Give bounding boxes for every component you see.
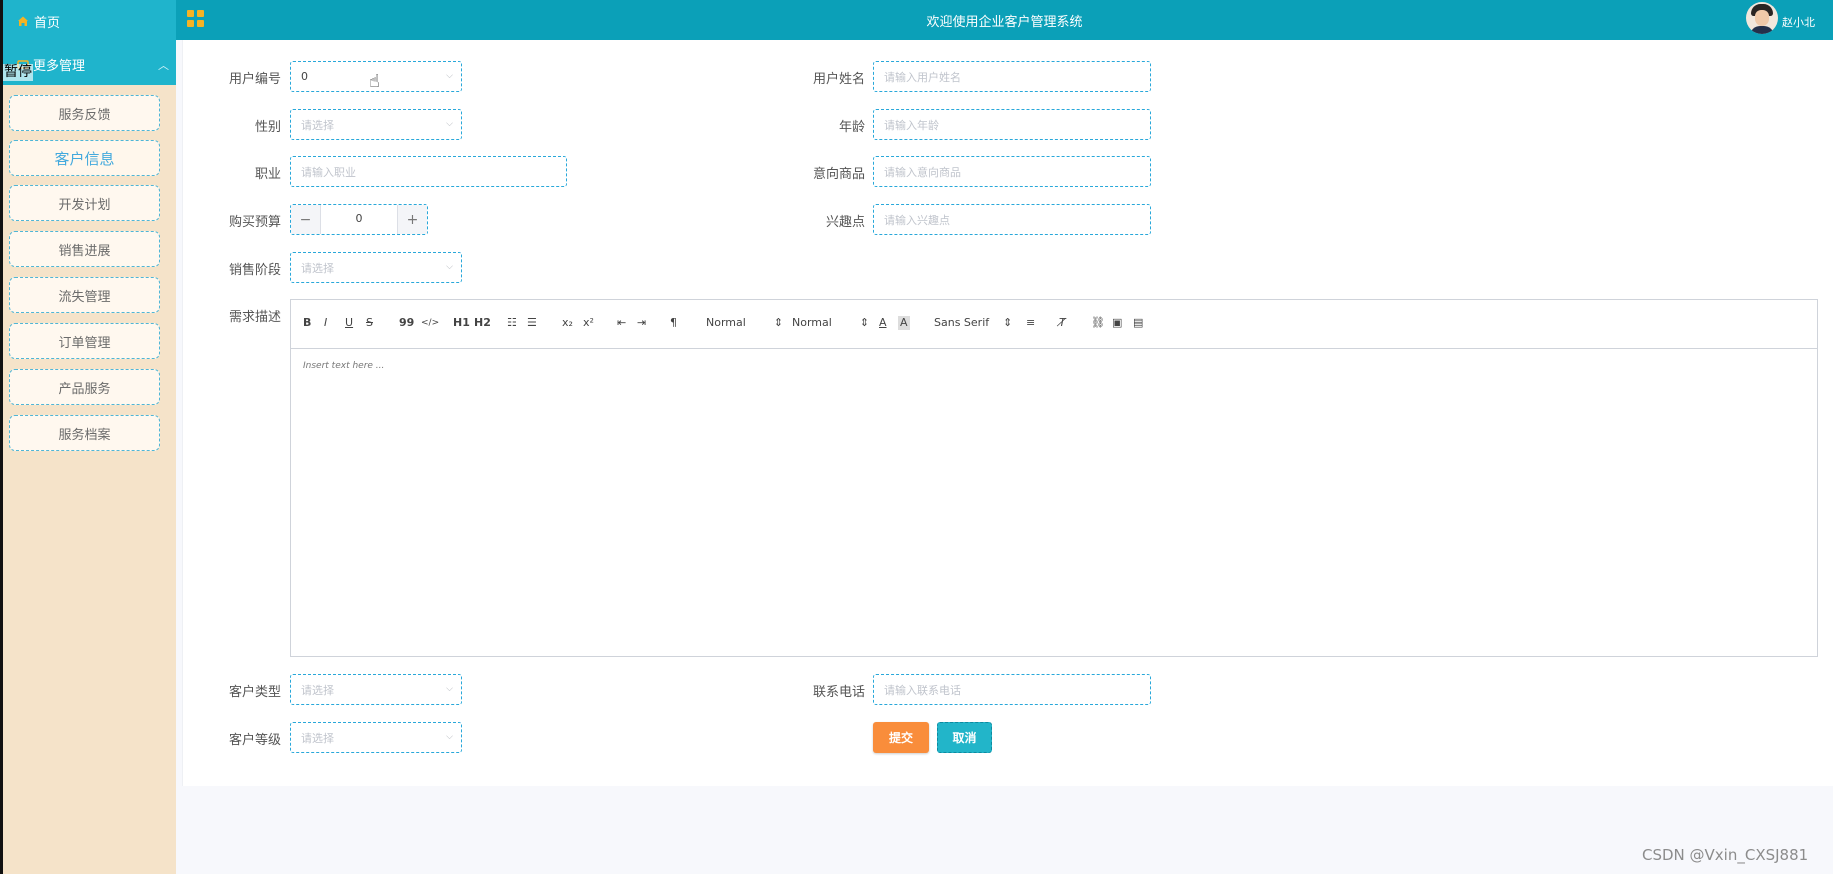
text-color-icon[interactable]: A — [879, 316, 887, 330]
sidebar-item-service-archive[interactable]: 服务档案 — [9, 415, 160, 451]
h2-button[interactable]: H2 — [474, 316, 491, 330]
customer-level-placeholder: 请选择 — [301, 731, 334, 745]
image-icon[interactable]: ▣ — [1112, 316, 1122, 330]
label-user-id: 用户编号 — [228, 72, 281, 87]
size-select-2-label: Normal — [792, 316, 832, 329]
label-job: 职业 — [254, 167, 281, 182]
label-gender: 性别 — [254, 120, 281, 135]
username[interactable]: 赵小北 — [1782, 14, 1815, 30]
sidebar-item-orders[interactable]: 订单管理 — [9, 323, 160, 359]
chevron-up-icon: ︿ — [158, 59, 169, 72]
italic-button[interactable]: I — [324, 316, 327, 330]
label-sales-stage: 销售阶段 — [228, 263, 281, 278]
top-header: 欢迎使用企业客户管理系统 赵小北 — [176, 0, 1833, 40]
label-customer-level: 客户等级 — [228, 733, 281, 748]
bullet-list-icon[interactable]: ☰ — [527, 316, 537, 330]
chevron-down-icon: ⌵ — [446, 119, 453, 129]
label-customer-type: 客户类型 — [228, 685, 281, 700]
sidebar-home-label: 首页 — [34, 15, 61, 31]
ordered-list-icon[interactable]: ☷ — [507, 316, 517, 330]
gender-select[interactable]: 请选择 ⌵ — [290, 109, 462, 140]
user-name-input[interactable]: 请输入用户姓名 — [873, 61, 1151, 92]
customer-type-placeholder: 请选择 — [301, 683, 334, 697]
budget-stepper[interactable]: − 0 + — [290, 204, 428, 235]
header-title: 欢迎使用企业客户管理系统 — [926, 15, 1083, 30]
intended-goods-input[interactable]: 请输入意向商品 — [873, 156, 1151, 187]
sidebar-item-service-feedback[interactable]: 服务反馈 — [9, 95, 160, 131]
hand-cursor-icon: ☝ — [369, 71, 380, 92]
label-phone: 联系电话 — [812, 685, 865, 700]
quote-button[interactable]: 99 — [399, 316, 414, 330]
app-root: 首页 更多管理 ︿ 暂停 服务反馈 客户信息 开发计划 销售进展 流失管理 订单… — [0, 0, 1833, 874]
align-icon[interactable]: ≡ — [1026, 316, 1035, 330]
sidebar-item-dev-plan[interactable]: 开发计划 — [9, 185, 160, 221]
background-color-icon[interactable]: A — [898, 316, 910, 330]
chevron-down-icon: ⌵ — [446, 684, 453, 694]
font-select[interactable]: Sans Serif ⇕ — [934, 316, 1012, 330]
sidebar: 首页 更多管理 ︿ 暂停 服务反馈 客户信息 开发计划 销售进展 流失管理 订单… — [3, 0, 176, 874]
sales-stage-placeholder: 请选择 — [301, 261, 334, 275]
chevron-down-icon: ⌵ — [446, 71, 453, 81]
outdent-icon[interactable]: ⇤ — [617, 316, 626, 330]
increment-button[interactable]: + — [397, 205, 427, 234]
sidebar-group-more[interactable]: 更多管理 ︿ — [17, 54, 169, 74]
clear-format-icon[interactable]: T̸ — [1059, 316, 1066, 330]
label-intended-goods: 意向商品 — [812, 167, 865, 182]
chevron-down-icon: ⌵ — [446, 732, 453, 742]
phone-input[interactable]: 请输入联系电话 — [873, 674, 1151, 705]
strike-button[interactable]: S — [366, 316, 373, 330]
cancel-button[interactable]: 取消 — [937, 722, 992, 753]
label-age: 年龄 — [838, 120, 865, 135]
user-id-value: 0 — [301, 70, 308, 83]
indent-icon[interactable]: ⇥ — [637, 316, 646, 330]
submit-button[interactable]: 提交 — [873, 722, 929, 753]
subscript-button[interactable]: x₂ — [562, 316, 573, 330]
sidebar-item-home[interactable]: 首页 — [17, 11, 60, 31]
editor-toolbar: B I U S 99 </> H1 H2 ☷ ☰ x₂ x² ⇤ ⇥ ¶ Nor… — [291, 300, 1817, 349]
sidebar-more-label: 更多管理 — [33, 58, 86, 74]
text-direction-icon[interactable]: ¶ — [670, 316, 677, 330]
age-input[interactable]: 请输入年龄 — [873, 109, 1151, 140]
interest-input[interactable]: 请输入兴趣点 — [873, 204, 1151, 235]
h1-button[interactable]: H1 — [453, 316, 470, 330]
font-select-label: Sans Serif — [934, 316, 990, 329]
job-input[interactable]: 请输入职业 — [290, 156, 567, 187]
updown-icon: ⇕ — [773, 316, 784, 329]
budget-value[interactable]: 0 — [321, 212, 397, 225]
size-select-2[interactable]: Normal ⇕ — [792, 316, 869, 330]
label-budget: 购买预算 — [228, 215, 281, 230]
superscript-button[interactable]: x² — [583, 316, 594, 330]
home-icon — [18, 16, 28, 26]
bold-button[interactable]: B — [303, 316, 311, 330]
watermark: CSDN @Vxin_CXSJ881 — [1642, 846, 1809, 864]
updown-icon: ⇕ — [859, 316, 870, 329]
sales-stage-select[interactable]: 请选择 ⌵ — [290, 252, 462, 283]
size-select-1[interactable]: Normal ⇕ — [706, 316, 783, 330]
sidebar-item-churn[interactable]: 流失管理 — [9, 277, 160, 313]
size-select-1-label: Normal — [706, 316, 746, 329]
customer-type-select[interactable]: 请选择 ⌵ — [290, 674, 462, 705]
video-icon[interactable]: ▤ — [1133, 316, 1143, 330]
decrement-button[interactable]: − — [291, 205, 321, 234]
code-button[interactable]: </> — [421, 316, 439, 330]
link-icon[interactable]: ⛓ — [1091, 316, 1105, 330]
updown-icon: ⇕ — [1003, 316, 1013, 329]
sidebar-item-products[interactable]: 产品服务 — [9, 369, 160, 405]
underline-button[interactable]: U — [345, 316, 353, 330]
customer-level-select[interactable]: 请选择 ⌵ — [290, 722, 462, 753]
editor-placeholder: Insert text here ... — [303, 361, 385, 371]
label-interest: 兴趣点 — [825, 215, 865, 230]
sidebar-item-customer-info[interactable]: 客户信息 — [9, 140, 160, 176]
chevron-down-icon: ⌵ — [446, 262, 453, 272]
avatar[interactable] — [1746, 2, 1778, 34]
sidebar-item-sales-progress[interactable]: 销售进展 — [9, 231, 160, 267]
pause-overlay-text: 暂停 — [3, 64, 33, 81]
gender-placeholder: 请选择 — [301, 118, 334, 132]
label-requirement: 需求描述 — [228, 310, 281, 325]
label-user-name: 用户姓名 — [812, 72, 865, 87]
rich-text-editor[interactable]: B I U S 99 </> H1 H2 ☷ ☰ x₂ x² ⇤ ⇥ ¶ Nor… — [290, 299, 1818, 657]
